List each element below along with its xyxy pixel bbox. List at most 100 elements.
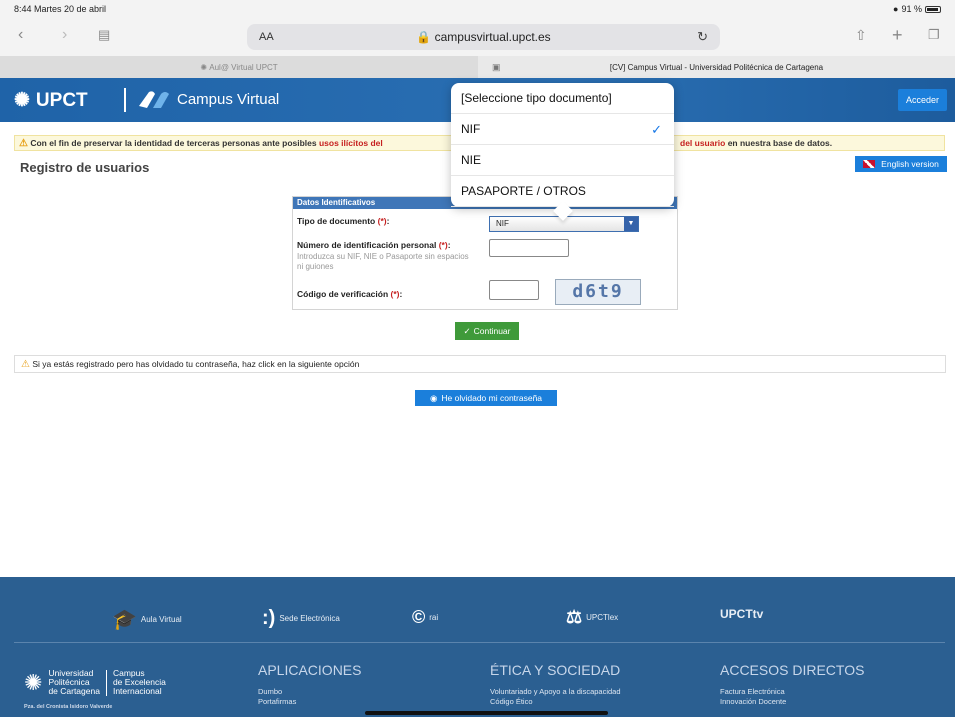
warning-highlight-1: usos ilícitos del (318, 138, 383, 148)
university-line: de Cartagena (48, 686, 100, 696)
option-select-placeholder[interactable]: [Seleccione tipo documento] (451, 83, 674, 114)
warning-highlight-2: del usuario (680, 138, 726, 148)
graduation-cap-icon: 🎓 (112, 609, 137, 631)
share-icon[interactable]: ⇧ (855, 26, 867, 44)
doc-type-picker: [Seleccione tipo documento] NIF ✓ NIE PA… (451, 83, 674, 221)
address-bar[interactable]: AA 🔒 campusvirtual.upct.es ↻ (247, 24, 720, 50)
forgot-password-label: He olvidado mi contraseña (441, 393, 543, 403)
back-icon[interactable]: ‹ (18, 26, 23, 44)
new-tab-icon[interactable]: + (892, 26, 903, 44)
forgot-info-text: Si ya estás registrado pero has olvidado… (32, 359, 360, 369)
doc-type-label-text: Tipo de documento (297, 216, 376, 226)
bookmarks-icon[interactable]: ▤ (98, 26, 110, 44)
footer-link-crai[interactable]: © rai (412, 607, 438, 628)
identification-form: Datos Identificativos Tipo de documento … (292, 196, 678, 310)
battery-icon (925, 5, 941, 13)
continue-button[interactable]: ✓ Continuar (455, 322, 519, 340)
option-label: [Seleccione tipo documento] (461, 91, 612, 105)
footer-link-sede[interactable]: :) Sede Electrónica (262, 607, 340, 630)
university-logo[interactable]: ✺ Universidad Politécnica de Cartagena C… (24, 669, 166, 696)
status-right: ● 91 % (893, 4, 941, 14)
site-footer: 🎓 Aula Virtual :) Sede Electrónica © rai… (0, 577, 955, 717)
tab-title: [CV] Campus Virtual - Universidad Polité… (609, 62, 824, 72)
footer-col-link[interactable]: Portafirmas (258, 697, 361, 707)
footer-col-link[interactable]: Factura Electrónica (720, 687, 864, 697)
footer-link-label: UPCTlex (586, 613, 619, 622)
id-number-input[interactable] (489, 239, 569, 257)
captcha-label: Código de verificación (*): (297, 289, 402, 299)
label-colon: : (399, 289, 403, 299)
campus-excellence: Campus de Excelencia Internacional (113, 669, 166, 696)
url-label: campusvirtual.upct.es (434, 30, 551, 44)
sede-smile-icon: :) (262, 607, 276, 629)
id-number-hint: Introduzca su NIF, NIE o Pasaporte sin e… (297, 252, 469, 271)
footer-link-label: Sede Electrónica (279, 614, 340, 623)
captcha-input[interactable] (489, 280, 539, 300)
campus-virtual-icon (139, 91, 169, 108)
tab-aula-virtual[interactable]: ✺ Aul@ Virtual UPCT (0, 56, 478, 78)
required-mark: (*) (377, 216, 387, 226)
tab-campus-virtual[interactable]: ▣ [CV] Campus Virtual - Universidad Poli… (478, 56, 955, 78)
english-version-button[interactable]: English version (855, 156, 947, 172)
option-nif[interactable]: NIF ✓ (451, 114, 674, 145)
wifi-icon: ● (893, 4, 899, 14)
page-title: Registro de usuarios (20, 160, 150, 175)
tabs-overview-icon[interactable]: ❐ (928, 26, 940, 44)
required-mark: (*) (390, 289, 400, 299)
footer-col-title: ÉTICA Y SOCIEDAD (490, 662, 621, 678)
checkmark-icon: ✓ (651, 122, 662, 137)
option-label: NIF (461, 122, 481, 136)
chevron-down-icon: ▼ (624, 217, 638, 231)
battery-percent: 91 % (901, 4, 922, 14)
info-icon: ◉ (429, 392, 438, 403)
doc-type-label: Tipo de documento (*): (297, 216, 389, 226)
uk-flag-icon (863, 160, 876, 168)
english-version-label: English version (881, 159, 939, 169)
id-number-label: Número de identificación personal (*): (297, 240, 451, 250)
campus-line: Internacional (112, 686, 162, 696)
footer-col-title: ACCESOS DIRECTOS (720, 662, 865, 678)
university-name: Universidad Politécnica de Cartagena (48, 669, 100, 696)
footer-link-upcttv[interactable]: UPCTtv (720, 607, 763, 621)
forgot-password-button[interactable]: ◉ He olvidado mi contraseña (415, 390, 557, 406)
upct-logo-text: UPCT (35, 89, 88, 111)
footer-col-accesos: ACCESOS DIRECTOS Factura Electrónica Inn… (720, 662, 864, 707)
footer-link-upctlex[interactable]: ⚖ UPCTlex (566, 607, 618, 628)
tab-title: Aul@ Virtual UPCT (209, 62, 278, 72)
warning-icon: ⚠ (19, 138, 28, 149)
doc-type-selected: NIF (496, 219, 509, 228)
scales-icon: ⚖ (566, 607, 583, 627)
label-colon: : (447, 240, 451, 250)
forward-icon[interactable]: › (62, 26, 67, 44)
warning-text-2: en nuestra base de datos. (725, 138, 833, 148)
tab-bar: ✺ Aul@ Virtual UPCT ▣ [CV] Campus Virtua… (0, 56, 955, 78)
footer-col-link[interactable]: Voluntariado y Apoyo a la discapacidad (490, 687, 621, 697)
url-text: 🔒 campusvirtual.upct.es (247, 30, 720, 44)
footer-col-link[interactable]: Dumbo (258, 687, 361, 697)
status-bar: 8:44 Martes 20 de abril ● 91 % (0, 0, 955, 18)
footer-link-label: rai (429, 613, 439, 622)
warning-right: del usuario en nuestra base de datos. (680, 138, 832, 148)
close-tab-icon[interactable]: ▣ (492, 62, 501, 73)
lock-icon: 🔒 (416, 30, 432, 44)
footer-link-aula-virtual[interactable]: 🎓 Aula Virtual (112, 607, 182, 632)
acceder-button[interactable]: Acceder (897, 89, 947, 111)
upct-logo[interactable]: ✺ UPCT (14, 89, 88, 112)
footer-col-etica: ÉTICA Y SOCIEDAD Voluntariado y Apoyo a … (490, 662, 621, 707)
footer-link-label: UPCTtv (720, 607, 764, 621)
footer-col-link[interactable]: Innovación Docente (720, 697, 864, 707)
forgot-password-info: ⚠ Si ya estás registrado pero has olvida… (14, 355, 946, 373)
university-emblem-icon: ✺ (24, 670, 43, 695)
option-nie[interactable]: NIE (451, 145, 674, 176)
logo-divider (105, 669, 107, 696)
footer-col-title: APLICACIONES (258, 662, 362, 678)
campus-virtual-logo[interactable]: Campus Virtual (137, 88, 279, 110)
footer-col-link[interactable]: Código Ético (490, 697, 621, 707)
label-colon: : (386, 216, 390, 226)
browser-toolbar: ‹ › ▤ AA 🔒 campusvirtual.upct.es ↻ ⇧ + ❐ (0, 18, 955, 56)
captcha-label-text: Código de verificación (297, 289, 389, 299)
home-indicator[interactable] (365, 711, 608, 715)
reload-icon[interactable]: ↻ (697, 29, 708, 45)
logo-divider (124, 88, 126, 112)
check-icon: ✓ (463, 325, 471, 336)
